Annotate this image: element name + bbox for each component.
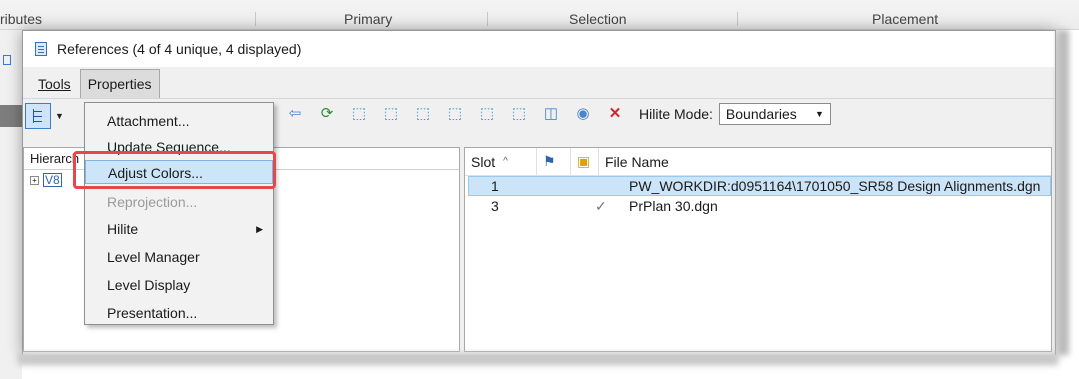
hilite-mode-label: Hilite Mode: [639,106,713,122]
menu-item-attachment[interactable]: Attachment... [85,109,273,133]
menu-item-reprojection: Reprojection... [107,194,198,210]
bottom-shadow [18,353,1058,365]
background-bar [0,105,22,127]
tree-view-icon [30,108,46,124]
exchange-icon[interactable]: ⬚ [381,104,401,124]
hilite-mode-value: Boundaries [725,106,797,122]
scale-icon[interactable]: ⬚ [445,104,465,124]
cell-check[interactable]: ✓ [595,198,623,215]
cell-file-name: PW_WORKDIR:d0951164\1701050_SR58 Design … [629,178,1041,194]
background-icon [3,55,11,65]
col-file-name[interactable]: File Name [599,148,669,175]
reference-tools: ⇦ ⟳ ⬚ ⬚ ⬚ ⬚ ⬚ ⬚ ◫ ◉ ✕ Hilite Mode: Bound… [285,103,831,125]
tree-view-button[interactable] [25,103,51,129]
delete-clip-icon[interactable]: ✕ [605,104,625,124]
ribbon-tab-placement[interactable]: Placement [872,11,938,27]
ribbon-separator [487,12,488,26]
menu-tools[interactable]: Tools [31,70,78,98]
background-left-strip [0,30,22,379]
dialog-titlebar[interactable]: References (4 of 4 unique, 4 displayed) [23,31,1055,67]
menu-item-level-manager[interactable]: Level Manager [85,245,273,269]
flag-icon: ⚑ [543,153,556,169]
references-icon [35,42,47,56]
references-list: Slot ^ ⚑ ▣ File Name 1 PW_WORKDIR:d09511… [464,147,1052,352]
chevron-down-icon[interactable]: ▼ [55,111,65,121]
detach-icon[interactable]: ⟳ [317,104,337,124]
cell-file-name: PrPlan 30.dgn [629,198,718,214]
callout-highlight-box [73,151,276,189]
right-shadow [1057,30,1069,355]
clip-mask-icon[interactable]: ◉ [573,104,593,124]
ribbon-tab-primary[interactable]: Primary [344,11,392,27]
table-row[interactable]: 1 PW_WORKDIR:d0951164\1701050_SR58 Desig… [468,176,1051,196]
copy-icon[interactable]: ⬚ [509,104,529,124]
ribbon-tab-selection[interactable]: Selection [569,11,627,27]
move-icon[interactable]: ⬚ [477,104,497,124]
sort-up-icon: ^ [503,156,508,167]
hilite-mode-select[interactable]: Boundaries ▼ [718,103,831,125]
properties-menu: Attachment... Update Sequence... Adjust … [84,102,274,325]
col-slot[interactable]: Slot ^ [465,148,537,175]
list-header: Slot ^ ⚑ ▣ File Name [465,148,1051,176]
col-flag[interactable]: ⚑ [537,148,571,175]
rotate-icon[interactable]: ⬚ [413,104,433,124]
attach-icon[interactable]: ⇦ [285,104,305,124]
ribbon-separator [255,12,256,26]
submenu-arrow-icon: ▶ [256,224,263,234]
menu-item-level-display[interactable]: Level Display [85,273,273,297]
v8-badge-icon: V8 [43,173,62,187]
table-row[interactable]: 3 ✓ PrPlan 30.dgn [469,196,1051,216]
reload-icon[interactable]: ⬚ [349,104,369,124]
cell-slot: 1 [491,178,499,194]
menu-item-presentation[interactable]: Presentation... [85,301,273,325]
menu-bar: Tools Properties [23,67,1055,99]
cell-slot: 3 [491,198,499,214]
clip-boundary-icon[interactable]: ◫ [541,104,561,124]
expand-icon[interactable]: + [30,175,39,185]
ribbon-separator [737,12,738,26]
menu-properties[interactable]: Properties [79,69,160,98]
ribbon-tab-attributes[interactable]: ributes [0,11,42,27]
col-display[interactable]: ▣ [571,148,599,175]
background-ribbon: ributes Primary Selection Placement [0,0,1079,30]
display-icon: ▣ [577,153,591,169]
chevron-down-icon: ▼ [815,109,824,119]
menu-item-hilite[interactable]: Hilite ▶ [85,217,273,241]
dialog-title: References (4 of 4 unique, 4 displayed) [57,41,302,57]
